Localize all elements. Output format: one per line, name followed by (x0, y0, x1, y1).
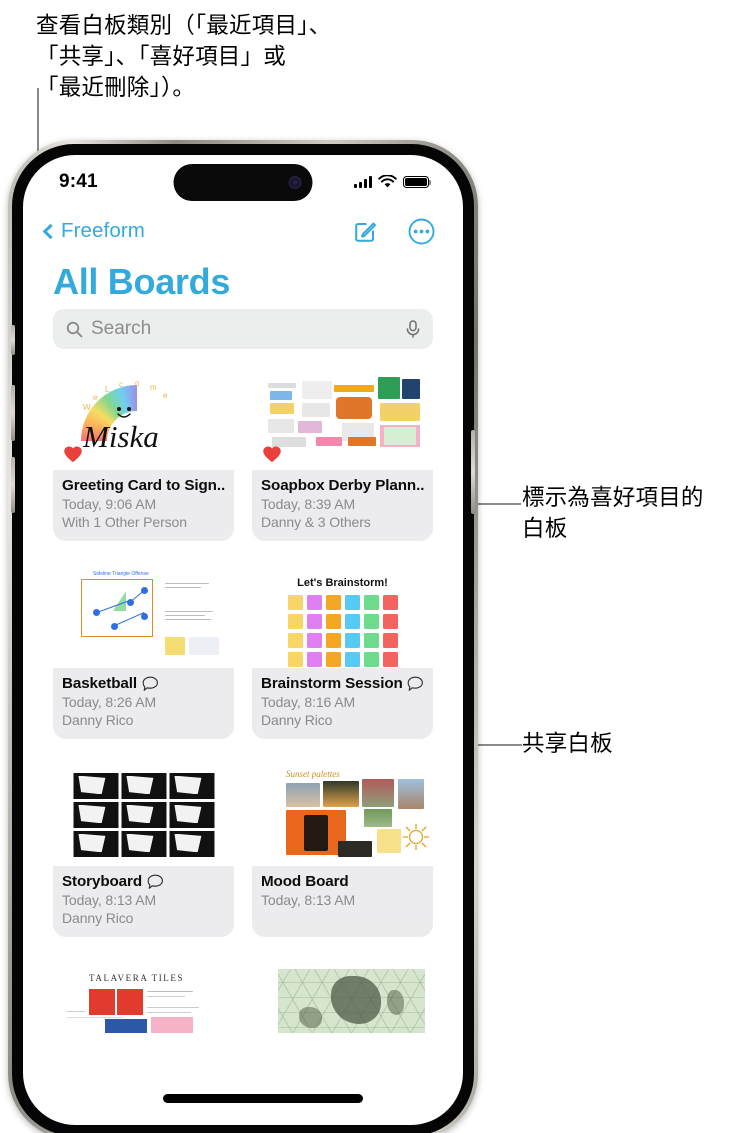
nav-actions (353, 218, 435, 245)
board-participants: Danny & 3 Others (261, 514, 371, 530)
board-meta: Mood Board Today, 8:13 AM (252, 866, 433, 919)
volume-up-button[interactable] (11, 385, 15, 441)
board-card-brainstorm-session[interactable]: Let's Brainstorm! Brainstorm Session Tod… (252, 565, 433, 739)
mood-board-thumbnail: Sunset palettes (252, 763, 433, 866)
volume-down-button[interactable] (11, 457, 15, 513)
board-card-soapbox-derby[interactable]: Soapbox Derby Plann... Today, 8:39 AM Da… (252, 367, 433, 541)
favorite-heart-icon (64, 446, 82, 463)
status-clock: 9:41 (59, 171, 98, 192)
board-title: Brainstorm Session (261, 675, 403, 692)
iphone-device-frame: 9:41 Freeform All Boards Search W e L c … (8, 140, 478, 1133)
board-participants: Danny Rico (62, 910, 134, 926)
shared-bubble-icon (142, 676, 158, 691)
annotation-categories: 查看白板類別（「最近項目」、 「共享」、「喜好項目」或 「最近刪除」）。 (36, 13, 332, 100)
mood-thumb-title: Sunset palettes (286, 769, 340, 779)
boards-grid: W e L c o m e Miska Greeting Card to Sig… (23, 349, 463, 937)
board-title: Mood Board (261, 873, 349, 890)
device-bezel: 9:41 Freeform All Boards Search W e L c … (12, 144, 474, 1133)
power-button[interactable] (471, 430, 475, 514)
board-card-storyboard[interactable]: Storyboard Today, 8:13 AM Danny Rico (53, 763, 234, 937)
board-participants: Danny Rico (261, 712, 333, 728)
signal-bars-icon (353, 176, 372, 188)
shared-bubble-icon (147, 874, 163, 889)
board-participants: Danny Rico (62, 712, 134, 728)
board-meta: Storyboard Today, 8:13 AM Danny Rico (53, 866, 234, 937)
brainstorm-thumbnail: Let's Brainstorm! (252, 565, 433, 668)
greeting-card-thumbnail: W e L c o m e Miska (53, 367, 234, 470)
talavera-thumb-title: TALAVERA TILES (89, 973, 185, 983)
page-title: All Boards (53, 261, 231, 302)
board-title: Storyboard (62, 873, 143, 890)
wifi-icon (378, 175, 397, 188)
board-title: Soapbox Derby Plann... (261, 477, 424, 494)
status-indicators (353, 175, 432, 189)
back-button-label: Freeform (61, 219, 145, 242)
device-screen: 9:41 Freeform All Boards Search W e L c … (23, 155, 463, 1125)
search-bar[interactable]: Search (53, 309, 433, 349)
back-button-freeform[interactable]: Freeform (42, 219, 145, 243)
board-date: Today, 8:39 AM (261, 496, 356, 512)
board-card-mood-board[interactable]: Sunset palettes Mood Board Today, 8:13 A… (252, 763, 433, 937)
dynamic-island (173, 164, 313, 201)
storyboard-panels (73, 773, 214, 857)
board-meta: Greeting Card to Sign... Today, 9:06 AM … (53, 470, 234, 541)
brainstorm-thumb-title: Let's Brainstorm! (297, 577, 388, 589)
board-date: Today, 9:06 AM (62, 496, 157, 512)
board-title: Greeting Card to Sign... (62, 477, 225, 494)
microphone-icon[interactable] (405, 320, 421, 338)
board-card-basketball[interactable]: Sideline Triangle Offense Basketball Tod… (53, 565, 234, 739)
board-participants: With 1 Other Person (62, 514, 187, 530)
board-date: Today, 8:13 AM (261, 892, 356, 908)
leader-line-bottom (163, 1094, 363, 1103)
battery-icon (403, 175, 432, 189)
navigation-bar: Freeform (23, 209, 463, 253)
annotation-shared: 共享白板 (522, 731, 613, 756)
search-icon (66, 321, 83, 337)
more-circle-icon[interactable] (408, 218, 435, 245)
board-date: Today, 8:13 AM (62, 892, 157, 908)
board-card-map[interactable] (252, 961, 433, 1033)
board-meta: Basketball Today, 8:26 AM Danny Rico (53, 668, 234, 739)
board-meta: Brainstorm Session Today, 8:16 AM Danny … (252, 668, 433, 739)
status-bar: 9:41 (23, 155, 463, 209)
silence-switch[interactable] (11, 325, 15, 355)
annotation-favorite: 標示為喜好項目的 白板 (522, 485, 704, 541)
sticky-note-grid (287, 595, 398, 667)
basketball-thumbnail: Sideline Triangle Offense (53, 565, 234, 668)
board-meta: Soapbox Derby Plann... Today, 8:39 AM Da… (252, 470, 433, 541)
search-input[interactable]: Search (91, 318, 397, 340)
storyboard-thumbnail (53, 763, 234, 866)
board-card-greeting-card[interactable]: W e L c o m e Miska Greeting Card to Sig… (53, 367, 234, 541)
favorite-heart-icon (263, 446, 281, 463)
compose-icon[interactable] (353, 219, 378, 244)
front-camera-icon (288, 176, 302, 189)
soapbox-derby-thumbnail (252, 367, 433, 470)
board-date: Today, 8:16 AM (261, 694, 356, 710)
search-container: Search (23, 309, 463, 349)
board-date: Today, 8:26 AM (62, 694, 157, 710)
board-card-talavera-tiles[interactable]: TALAVERA TILES (53, 961, 234, 1033)
boards-grid-partial: TALAVERA TILES (23, 961, 463, 1033)
chevron-left-icon (42, 223, 59, 239)
shared-bubble-icon (407, 676, 423, 691)
board-title: Basketball (62, 675, 137, 692)
